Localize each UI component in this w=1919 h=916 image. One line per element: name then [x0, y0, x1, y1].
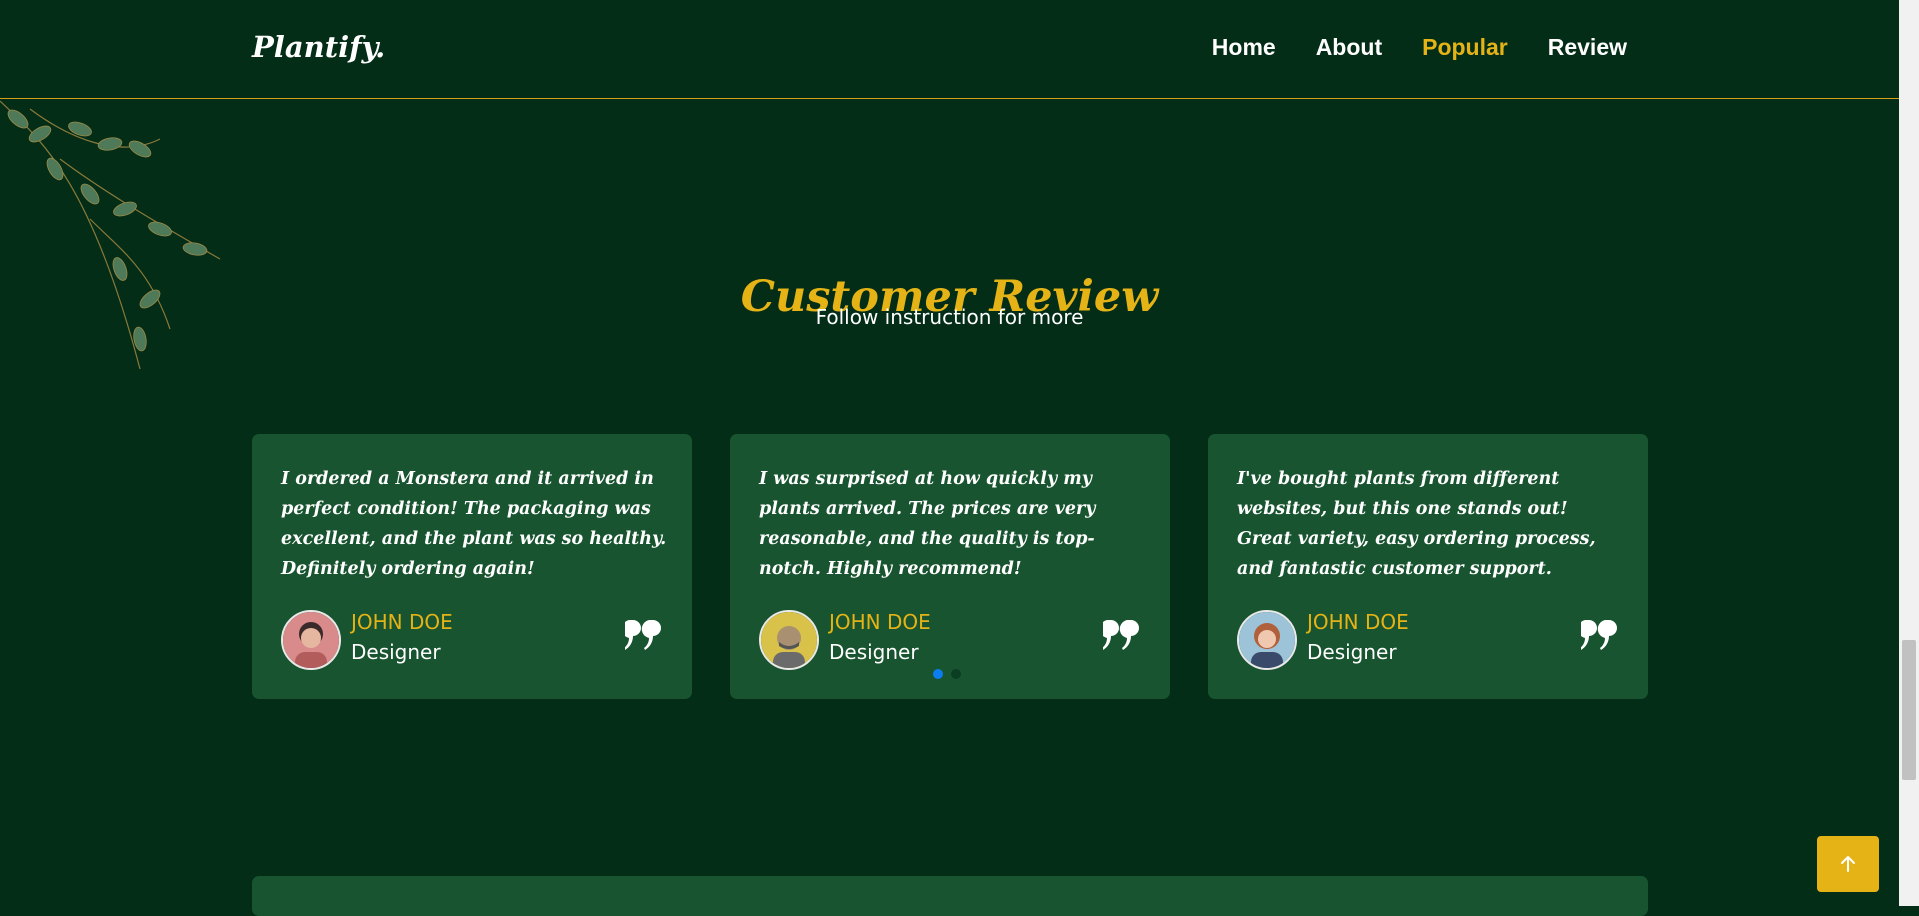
author-role: Designer — [351, 640, 441, 664]
carousel-pagination — [933, 669, 961, 679]
review-text: I was surprised at how quickly my plants… — [759, 469, 1096, 579]
review-card: I was surprised at how quickly my plants… — [730, 434, 1170, 699]
logo[interactable]: Plantify. — [252, 30, 385, 64]
nav-review[interactable]: Review — [1548, 34, 1627, 61]
carousel-dot-2[interactable] — [951, 669, 961, 679]
page-scrollbar[interactable] — [1899, 0, 1919, 906]
author-role: Designer — [829, 640, 919, 664]
avatar — [281, 610, 341, 670]
avatar — [759, 610, 819, 670]
review-card: I've bought plants from different websit… — [1208, 434, 1648, 699]
arrow-up-icon — [1841, 856, 1855, 872]
nav-home[interactable]: Home — [1212, 34, 1276, 61]
author-name: JOHN DOE — [351, 610, 453, 634]
site-header: Plantify. Home About Popular Review — [0, 0, 1899, 99]
nav-about[interactable]: About — [1316, 34, 1382, 61]
review-text: I've bought plants from different websit… — [1237, 469, 1596, 579]
author-name: JOHN DOE — [829, 610, 931, 634]
author-name: JOHN DOE — [1307, 610, 1409, 634]
quote-icon — [625, 620, 661, 650]
review-text: I ordered a Monstera and it arrived in p… — [281, 469, 667, 579]
quote-icon — [1103, 620, 1139, 650]
next-section-block — [252, 876, 1648, 916]
back-to-top-button[interactable] — [1817, 836, 1879, 892]
main-nav: Home About Popular Review — [1212, 34, 1627, 61]
quote-icon — [1581, 620, 1617, 650]
review-card: I ordered a Monstera and it arrived in p… — [252, 434, 692, 699]
scrollbar-thumb[interactable] — [1902, 640, 1916, 780]
avatar — [1237, 610, 1297, 670]
author-role: Designer — [1307, 640, 1397, 664]
nav-popular[interactable]: Popular — [1422, 34, 1508, 61]
section-subtitle: Follow instruction for more — [815, 305, 1084, 329]
carousel-dot-1[interactable] — [933, 669, 943, 679]
